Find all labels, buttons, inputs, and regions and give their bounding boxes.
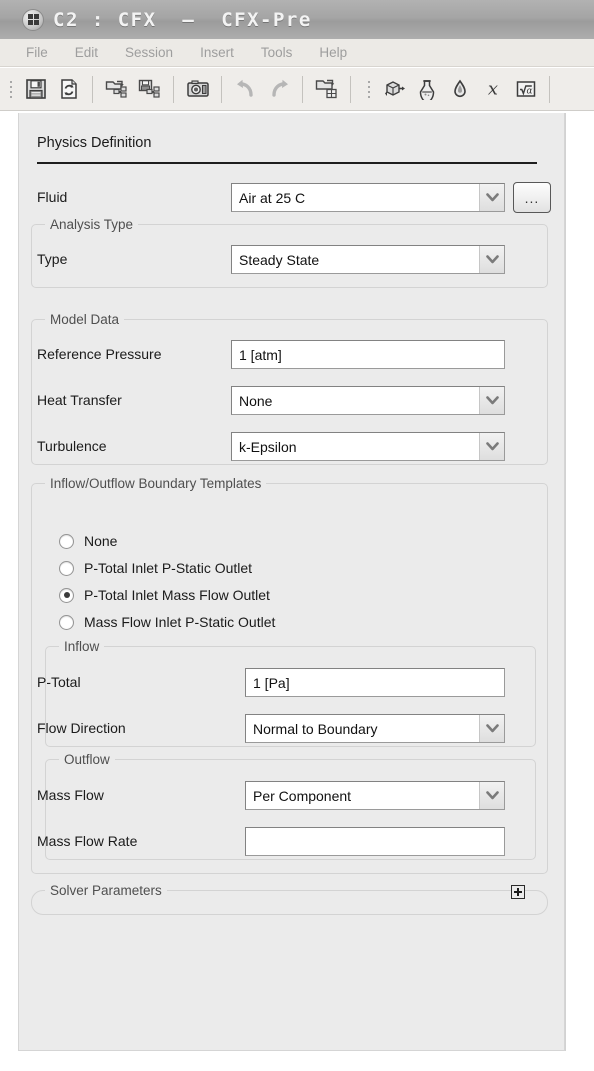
radio-icon-selected[interactable] [59, 587, 74, 603]
menu-item-edit[interactable]: Edit [75, 45, 98, 60]
radio-icon[interactable] [59, 560, 74, 576]
analysis-type-value: Steady State [239, 251, 320, 268]
turbulence-value: k-Epsilon [239, 438, 297, 455]
fluid-label: Fluid [37, 189, 68, 205]
toolbar-grip-physics[interactable] [364, 76, 373, 102]
reference-pressure-label: Reference Pressure [37, 346, 162, 362]
save-flowchart-icon[interactable] [134, 74, 165, 105]
heat-transfer-label: Heat Transfer [37, 392, 122, 408]
menu-bar: File Edit Session Insert Tools Help [0, 39, 594, 67]
toolbar-separator-5 [350, 75, 351, 103]
radio-option-massflow-pstatic[interactable]: Mass Flow Inlet P-Static Outlet [59, 614, 275, 630]
title-bar: C2 : CFX – CFX-Pre [0, 0, 594, 39]
fluid-select[interactable]: Air at 25 C [231, 183, 505, 212]
toolbar-separator-1 [92, 75, 93, 103]
undo-icon[interactable] [230, 74, 261, 105]
flask-material-icon[interactable] [411, 74, 442, 105]
fluid-browse-button[interactable]: ... [513, 182, 551, 213]
toolbar-separator-3 [221, 75, 222, 103]
chevron-down-icon[interactable] [479, 246, 504, 273]
analysis-type-select[interactable]: Steady State [231, 245, 505, 274]
open-flowchart-icon[interactable] [101, 74, 132, 105]
redo-icon[interactable] [263, 74, 294, 105]
title-divider [37, 162, 537, 164]
chevron-down-icon[interactable] [479, 387, 504, 414]
analysis-type-label: Type [37, 251, 68, 267]
flow-direction-select[interactable]: Normal to Boundary [245, 714, 505, 743]
chevron-down-icon[interactable] [479, 782, 504, 809]
cfx-pre-window: C2 : CFX – CFX-Pre File Edit Session Ins… [0, 0, 594, 1071]
sqrt-variable-icon[interactable]: α [510, 74, 541, 105]
reference-pressure-input[interactable]: 1 [atm] [231, 340, 505, 369]
menu-item-session[interactable]: Session [125, 45, 173, 60]
radio-label: Mass Flow Inlet P-Static Outlet [84, 614, 276, 630]
inflow-group-title: Inflow [59, 639, 105, 654]
page-title: Physics Definition [37, 135, 152, 151]
radio-label: P-Total Inlet P-Static Outlet [84, 560, 253, 576]
toolbar-separator-6 [549, 75, 550, 103]
heat-transfer-value: None [239, 392, 273, 409]
flow-direction-label: Flow Direction [37, 720, 126, 736]
radio-icon[interactable] [59, 533, 74, 549]
p-total-value: 1 [Pa] [253, 674, 290, 691]
domain-icon[interactable] [378, 74, 409, 105]
droplet-icon[interactable] [444, 74, 475, 105]
toolbar-grip-main[interactable] [6, 76, 15, 102]
app-icon-glyph [27, 14, 39, 25]
fluid-value: Air at 25 C [239, 189, 306, 206]
solver-parameters-title: Solver Parameters [45, 883, 167, 898]
radio-option-ptotal-pstatic[interactable]: P-Total Inlet P-Static Outlet [59, 560, 252, 576]
outflow-group-title: Outflow [59, 752, 115, 767]
turbulence-label: Turbulence [37, 438, 107, 454]
radio-icon[interactable] [59, 614, 74, 630]
mass-flow-rate-label: Mass Flow Rate [37, 833, 138, 849]
menu-item-file[interactable]: File [26, 45, 48, 60]
p-total-label: P-Total [37, 674, 81, 690]
chi-expression-icon[interactable]: x [477, 74, 508, 105]
radio-label: None [84, 533, 118, 549]
boundary-templates-group-title: Inflow/Outflow Boundary Templates [45, 476, 267, 491]
window-title: C2 : CFX – CFX-Pre [53, 8, 312, 31]
mass-flow-value: Per Component [253, 787, 352, 804]
panel-right-divider [565, 113, 566, 1051]
mass-flow-select[interactable]: Per Component [245, 781, 505, 810]
menu-item-insert[interactable]: Insert [200, 45, 234, 60]
camera-icon[interactable] [182, 74, 213, 105]
mass-flow-label: Mass Flow [37, 787, 104, 803]
export-mesh-icon[interactable] [311, 74, 342, 105]
radio-option-none[interactable]: None [59, 533, 117, 549]
model-data-group-title: Model Data [45, 312, 125, 327]
p-total-input[interactable]: 1 [Pa] [245, 668, 505, 697]
svg-text:α: α [526, 87, 532, 97]
app-window-icon [22, 8, 44, 31]
physics-definition-panel: Physics Definition Fluid Air at 25 C ...… [18, 113, 565, 1051]
toolbar-separator-4 [302, 75, 303, 103]
menu-item-help[interactable]: Help [319, 45, 347, 60]
chevron-down-icon[interactable] [479, 715, 504, 742]
save-icon[interactable] [20, 74, 51, 105]
refresh-document-icon[interactable] [53, 74, 84, 105]
heat-transfer-select[interactable]: None [231, 386, 505, 415]
toolbar: x α [0, 68, 594, 111]
svg-text:x: x [487, 79, 497, 100]
plus-box-icon[interactable] [511, 885, 525, 899]
analysis-type-group-title: Analysis Type [45, 217, 139, 232]
chevron-down-icon[interactable] [479, 184, 504, 211]
mass-flow-rate-input[interactable] [245, 827, 505, 856]
reference-pressure-value: 1 [atm] [239, 346, 282, 363]
flow-direction-value: Normal to Boundary [253, 720, 378, 737]
radio-label: P-Total Inlet Mass Flow Outlet [84, 587, 270, 603]
chevron-down-icon[interactable] [479, 433, 504, 460]
radio-option-ptotal-massflow[interactable]: P-Total Inlet Mass Flow Outlet [59, 587, 270, 603]
toolbar-separator-2 [173, 75, 174, 103]
turbulence-select[interactable]: k-Epsilon [231, 432, 505, 461]
menu-item-tools[interactable]: Tools [261, 45, 293, 60]
